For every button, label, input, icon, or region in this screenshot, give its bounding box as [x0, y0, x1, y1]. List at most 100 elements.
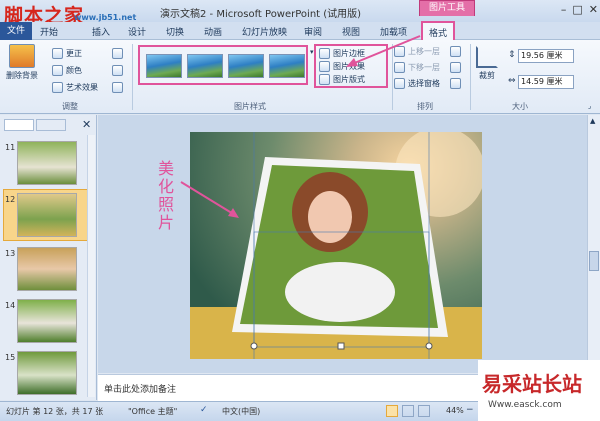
corner-watermark-url: Www.easck.com	[488, 400, 562, 410]
window-title: 演示文稿2 - Microsoft PowerPoint (试用版)	[160, 9, 362, 20]
crop-label: 裁剪	[479, 71, 495, 80]
crop-icon	[476, 46, 498, 68]
picture-styles-group-label: 图片样式	[234, 102, 266, 111]
slide-art	[190, 132, 482, 359]
slide-canvas[interactable]	[190, 132, 482, 359]
scroll-thumb[interactable]	[589, 251, 599, 271]
style-thumbnail[interactable]	[269, 54, 305, 78]
photo-subject-face	[308, 191, 352, 243]
tab-animations[interactable]: 动画	[204, 25, 222, 38]
editor-scrollbar[interactable]: ▲	[587, 115, 600, 373]
layout-icon	[319, 74, 330, 85]
zoom-out-icon[interactable]: −	[466, 405, 474, 415]
width-field[interactable]: 14.59 厘米	[518, 75, 574, 89]
corner-watermark-logo: 易采站长站	[482, 372, 582, 396]
slides-pane-scrollbar[interactable]	[87, 135, 95, 397]
slide-number: 12	[5, 195, 16, 204]
normal-view-icon[interactable]	[386, 405, 398, 417]
change-picture-icon[interactable]	[112, 65, 123, 76]
tab-slideshow[interactable]: 幻灯片放映	[242, 25, 287, 38]
ribbon: 删除背景 更正 颜色 艺术效果 调整 ▾ 图片边框 图片效果 图片版式 图片样式…	[0, 40, 600, 114]
palette-icon	[52, 65, 63, 76]
slides-pane: ✕ 11 12 13 14 15	[0, 115, 97, 400]
tab-insert[interactable]: 插入	[92, 25, 110, 38]
close-pane-icon[interactable]: ✕	[82, 118, 91, 131]
corrections-label: 更正	[66, 49, 82, 58]
remove-background-label: 删除背景	[6, 71, 38, 80]
scroll-up-icon[interactable]: ▲	[590, 117, 595, 125]
compress-pictures-icon[interactable]	[112, 48, 123, 59]
tab-outline[interactable]	[36, 119, 66, 131]
resize-handle[interactable]	[250, 342, 258, 350]
callout-text: 美化照片	[158, 159, 175, 232]
adjust-group-label: 调整	[62, 102, 78, 111]
spellcheck-icon[interactable]: ✓	[200, 405, 208, 415]
tab-review[interactable]: 审阅	[304, 25, 322, 38]
zoom-level: 44%	[446, 406, 464, 415]
tab-transitions[interactable]: 切换	[166, 25, 184, 38]
picture-styles-gallery	[138, 45, 308, 85]
divider	[132, 44, 133, 110]
crop-button[interactable]: 裁剪	[476, 46, 498, 81]
size-group-label: 大小	[512, 102, 528, 111]
context-tab-group: 图片工具	[419, 0, 475, 16]
selection-pane-icon	[394, 78, 405, 89]
corner-watermark: 易采站长站 Www.easck.com	[478, 360, 600, 421]
tab-file[interactable]: 文件	[0, 22, 32, 40]
resize-handle[interactable]	[425, 342, 433, 350]
slide-number: 15	[5, 353, 16, 362]
slide-thumbnail[interactable]	[17, 141, 77, 185]
border-icon	[319, 48, 330, 59]
context-tab-group-label: 图片工具	[428, 3, 465, 13]
dialog-launcher-icon[interactable]: ⌟	[588, 102, 591, 110]
slide-info: 幻灯片 第 12 张，共 17 张	[6, 407, 104, 416]
arrange-group-label: 排列	[417, 102, 433, 111]
artistic-effects-label: 艺术效果	[66, 83, 98, 92]
remove-background-button[interactable]: 删除背景	[6, 44, 38, 81]
language: 中文(中国)	[222, 407, 261, 416]
remove-background-icon	[9, 44, 35, 68]
style-thumbnail[interactable]	[187, 54, 223, 78]
height-icon: ⇕	[508, 50, 516, 60]
corrections-button[interactable]: 更正	[52, 48, 82, 59]
resize-handle[interactable]	[337, 342, 345, 350]
slide-thumbnail[interactable]	[17, 299, 77, 343]
slide-number: 11	[5, 143, 16, 152]
height-field[interactable]: 19.56 厘米	[518, 49, 574, 63]
picture-layout-button[interactable]: 图片版式	[319, 74, 365, 85]
sun-icon	[52, 48, 63, 59]
reading-view-icon[interactable]	[418, 405, 430, 417]
slide-thumbnail[interactable]	[17, 247, 77, 291]
reset-picture-icon[interactable]	[112, 82, 123, 93]
width-icon: ⇔	[508, 76, 516, 86]
tab-design[interactable]: 设计	[128, 25, 146, 38]
minimize-button[interactable]: –	[561, 3, 567, 17]
slide-thumbnail[interactable]	[17, 193, 77, 237]
slide-sorter-icon[interactable]	[402, 405, 414, 417]
watermark-url: www.jb51.net	[74, 13, 137, 22]
ribbon-arrow-icon	[346, 35, 421, 67]
theme-name: "Office 主题"	[128, 407, 178, 416]
style-thumbnail[interactable]	[228, 54, 264, 78]
notes-placeholder: 单击此处添加备注	[104, 385, 177, 395]
slide-thumbnail[interactable]	[17, 351, 77, 395]
artistic-icon	[52, 82, 63, 93]
slide-number: 14	[5, 301, 16, 310]
artistic-effects-button[interactable]: 艺术效果	[52, 82, 98, 93]
tab-home[interactable]: 开始	[40, 25, 58, 38]
color-button[interactable]: 颜色	[52, 65, 82, 76]
maximize-button[interactable]: □	[572, 3, 582, 17]
slide-number: 13	[5, 249, 16, 258]
selection-pane-label: 选择窗格	[408, 79, 440, 88]
color-label: 颜色	[66, 66, 82, 75]
close-button[interactable]: ✕	[589, 3, 598, 17]
style-thumbnail[interactable]	[146, 54, 182, 78]
tab-slides[interactable]	[4, 119, 34, 131]
gallery-scroll-icon[interactable]: ▾	[310, 48, 314, 56]
effects-icon	[319, 61, 330, 72]
group-icon[interactable]	[450, 62, 461, 73]
selection-pane-button[interactable]: 选择窗格	[394, 78, 440, 89]
align-icon[interactable]	[450, 46, 461, 57]
rotate-icon[interactable]	[450, 78, 461, 89]
callout-arrow-icon	[180, 181, 239, 218]
